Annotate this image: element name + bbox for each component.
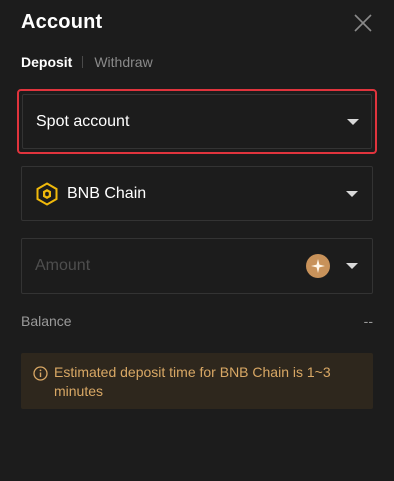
panel-title: Account [21,11,103,33]
sparkle-icon [311,259,325,273]
account-select-box[interactable]: Spot account [22,94,372,149]
notice-text: Estimated deposit time for BNB Chain is … [54,364,331,399]
bnb-chain-icon [36,181,58,206]
tab-withdraw[interactable]: Withdraw [94,53,152,71]
network-select-value: BNB Chain [67,184,147,202]
account-select[interactable]: Spot account [17,89,377,154]
chevron-down-icon[interactable] [346,263,358,269]
account-panel: Account Deposit Withdraw Spot account BN… [0,0,394,481]
balance-label: Balance [21,313,72,329]
network-select[interactable]: BNB Chain [21,166,373,221]
chevron-down-icon [346,190,358,197]
amount-field[interactable]: Amount [21,238,373,294]
deposit-withdraw-tabs: Deposit Withdraw [21,53,153,71]
chevron-down-icon [347,118,359,125]
balance-value: -- [363,313,373,329]
close-button[interactable] [352,12,374,34]
tab-deposit[interactable]: Deposit [21,53,72,71]
close-icon [354,14,372,32]
token-icon[interactable] [306,254,330,278]
account-select-value: Spot account [36,112,130,130]
info-icon [33,366,48,381]
amount-input[interactable]: Amount [35,257,90,275]
deposit-time-notice: Estimated deposit time for BNB Chain is … [21,353,373,409]
tab-divider [82,56,84,68]
